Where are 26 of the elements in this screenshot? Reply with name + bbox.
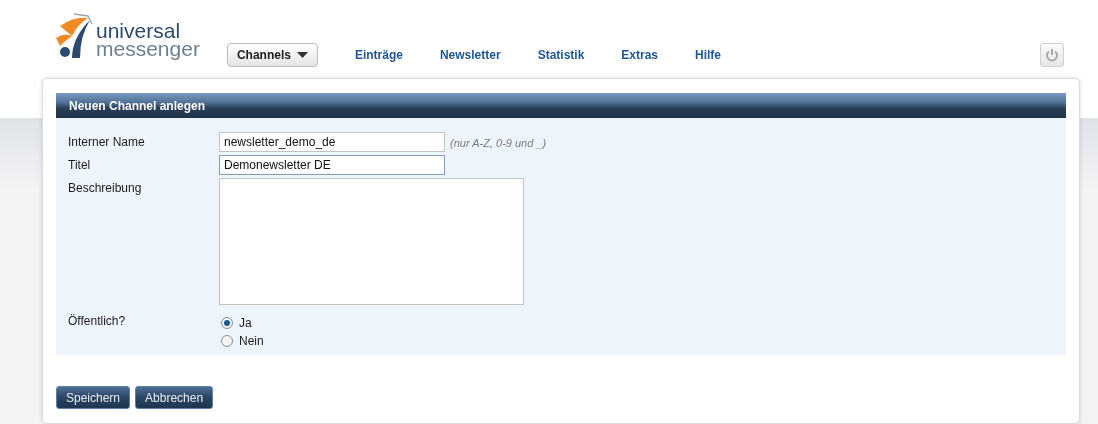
nav-link[interactable]: Einträge <box>354 46 403 64</box>
form-button[interactable]: Abbrechen <box>135 386 214 409</box>
field-label: Interner Name <box>68 134 146 151</box>
hint-text: (nur A-Z, 0-9 und _) <box>450 136 547 151</box>
caret-icon <box>296 52 308 58</box>
panel-header: Neuen Channel anlegen <box>56 93 1066 118</box>
power-icon <box>1045 48 1059 62</box>
radio-button[interactable] <box>221 317 233 329</box>
radio-option[interactable]: Ja <box>221 314 264 332</box>
nav-link[interactable]: Newsletter <box>439 46 501 64</box>
logo-text: messenger <box>96 40 200 58</box>
field-label: Öffentlich? <box>68 313 127 330</box>
nav-link[interactable]: Extras <box>621 46 658 64</box>
textarea-field[interactable] <box>219 178 524 305</box>
radio-button[interactable] <box>221 335 233 347</box>
text-field[interactable]: newsletter_demo_de <box>219 132 445 152</box>
radio-option[interactable]: Nein <box>221 332 264 350</box>
nav-dropdown[interactable]: Channels <box>226 43 318 67</box>
form-button[interactable]: Speichern <box>56 386 131 409</box>
nav-link[interactable]: Hilfe <box>695 46 722 64</box>
power-button[interactable] <box>1040 43 1064 67</box>
nav-link[interactable]: Statistik <box>537 46 585 64</box>
text-field[interactable]: Demonewsletter DE <box>219 155 445 175</box>
logo-text: universal <box>96 22 182 40</box>
field-label: Titel <box>68 157 92 174</box>
field-label: Beschreibung <box>68 180 143 197</box>
